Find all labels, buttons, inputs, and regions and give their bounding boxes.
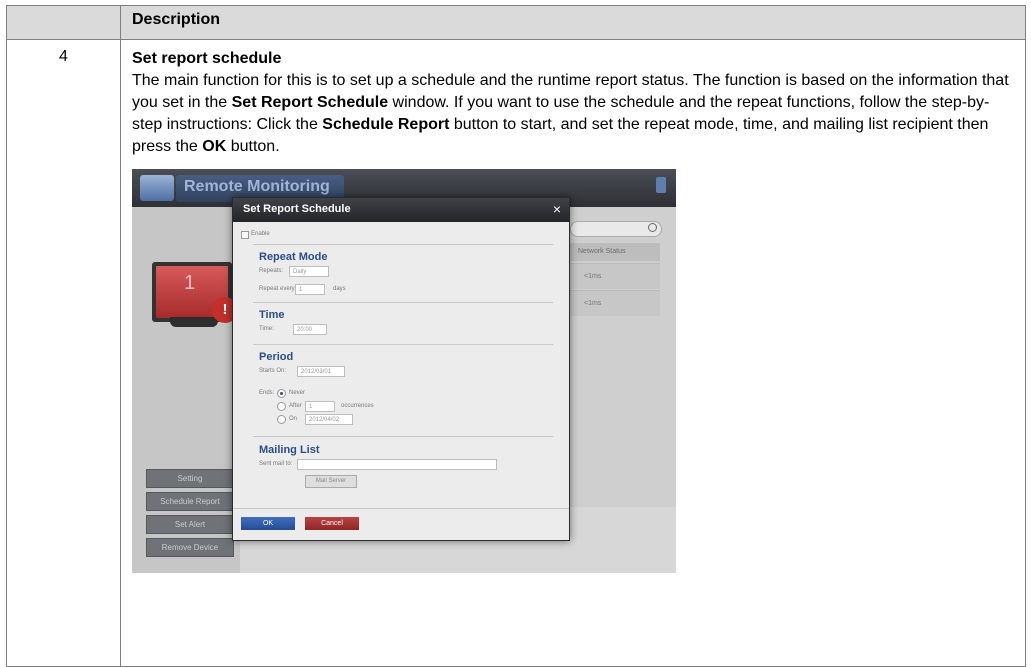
search-input[interactable]: [570, 221, 662, 237]
dialog-title-bar: Set Report Schedule ×: [233, 198, 569, 222]
set-alert-button[interactable]: Set Alert: [146, 515, 234, 534]
section-divider: [253, 344, 553, 345]
network-status-cell: <1ms: [570, 290, 660, 316]
ends-after-label: After: [289, 403, 302, 409]
schedule-report-button[interactable]: Schedule Report: [146, 492, 234, 511]
repeats-select[interactable]: Daily: [289, 266, 329, 277]
paragraph-text: button.: [226, 138, 280, 155]
cancel-button[interactable]: Cancel: [305, 517, 359, 530]
sent-mail-to-input[interactable]: [297, 459, 497, 470]
ends-after-input[interactable]: 1: [305, 401, 335, 412]
network-status-cell: <1ms: [570, 263, 660, 289]
app-menu-icon[interactable]: [656, 177, 666, 193]
ends-never-label: Never: [289, 390, 306, 396]
ends-after-unit: occurrences: [341, 403, 374, 409]
time-label: Time:: [259, 326, 274, 332]
header-step-cell: [6, 5, 121, 40]
paragraph-bold-term: Set Report Schedule: [231, 94, 389, 111]
device-panel: 1 ! Setting Schedule Report Set Alert Re…: [132, 207, 240, 573]
section-heading: Set report schedule: [132, 50, 282, 67]
monitor-stand: [170, 317, 218, 327]
ends-on-radio[interactable]: [277, 415, 286, 424]
dialog-footer: OK Cancel: [233, 508, 569, 541]
paragraph-bold-term: Schedule Report: [322, 116, 450, 133]
embedded-screenshot: Remote Monitoring 1 ! Setting Schedule R…: [132, 169, 676, 573]
repeat-every-value: 1: [299, 287, 303, 293]
repeats-value: Daily: [293, 269, 307, 275]
description-table: Description 4 Set report schedule The ma…: [6, 5, 1026, 667]
repeat-every-unit: days: [333, 286, 346, 292]
time-value: 20:00: [297, 327, 313, 333]
repeat-mode-heading: Repeat Mode: [259, 251, 328, 263]
enable-label: Enable: [251, 231, 270, 237]
starts-on-value: 2012/03/01: [301, 369, 332, 375]
app-logo-icon: [140, 175, 174, 201]
ends-never-radio[interactable]: [277, 389, 286, 398]
search-icon[interactable]: [648, 223, 657, 232]
ends-on-select[interactable]: 2012/04/02: [305, 414, 353, 425]
ends-on-label: On: [289, 416, 298, 422]
step-number: 4: [6, 39, 121, 667]
app-title: Remote Monitoring: [184, 178, 330, 195]
sent-mail-to-label: Sent mail to:: [259, 461, 293, 467]
table-row: 4 Set report schedule The main function …: [6, 39, 1026, 667]
close-icon[interactable]: ×: [553, 201, 561, 217]
set-report-schedule-dialog: Set Report Schedule × Enable Repeat Mode…: [232, 197, 570, 541]
monitor-number: 1: [184, 272, 196, 294]
repeats-label: Repeats:: [259, 268, 284, 274]
network-status-header[interactable]: Network Status: [570, 243, 660, 261]
paragraph-bold-term: OK: [202, 138, 227, 155]
description-paragraph: The main function for this is to set up …: [132, 72, 1009, 155]
header-description: Description: [120, 5, 1026, 40]
time-heading: Time: [259, 309, 285, 321]
enable-checkbox[interactable]: [241, 231, 249, 239]
time-input[interactable]: 20:00: [293, 324, 327, 335]
ends-after-value: 1: [309, 404, 313, 410]
step-description-cell: Set report schedule The main function fo…: [120, 39, 1026, 667]
ends-after-radio[interactable]: [277, 402, 286, 411]
table-header-row: Description: [6, 5, 1026, 40]
section-divider: [253, 436, 553, 437]
setting-button[interactable]: Setting: [146, 469, 234, 488]
mail-server-button[interactable]: Mail Server: [305, 475, 357, 488]
ends-on-value: 2012/04/02: [309, 417, 340, 423]
mailing-list-heading: Mailing List: [259, 444, 320, 456]
repeat-every-input[interactable]: 1: [295, 284, 325, 295]
section-divider: [253, 244, 553, 245]
repeat-every-label: Repeat every:: [259, 286, 297, 292]
remove-device-button[interactable]: Remove Device: [146, 538, 234, 557]
ok-button[interactable]: OK: [241, 517, 295, 530]
section-divider: [253, 302, 553, 303]
ends-label: Ends:: [259, 390, 275, 396]
starts-on-label: Starts On:: [259, 368, 287, 374]
starts-on-select[interactable]: 2012/03/01: [297, 366, 345, 377]
period-heading: Period: [259, 351, 294, 363]
dialog-title: Set Report Schedule: [243, 203, 351, 215]
